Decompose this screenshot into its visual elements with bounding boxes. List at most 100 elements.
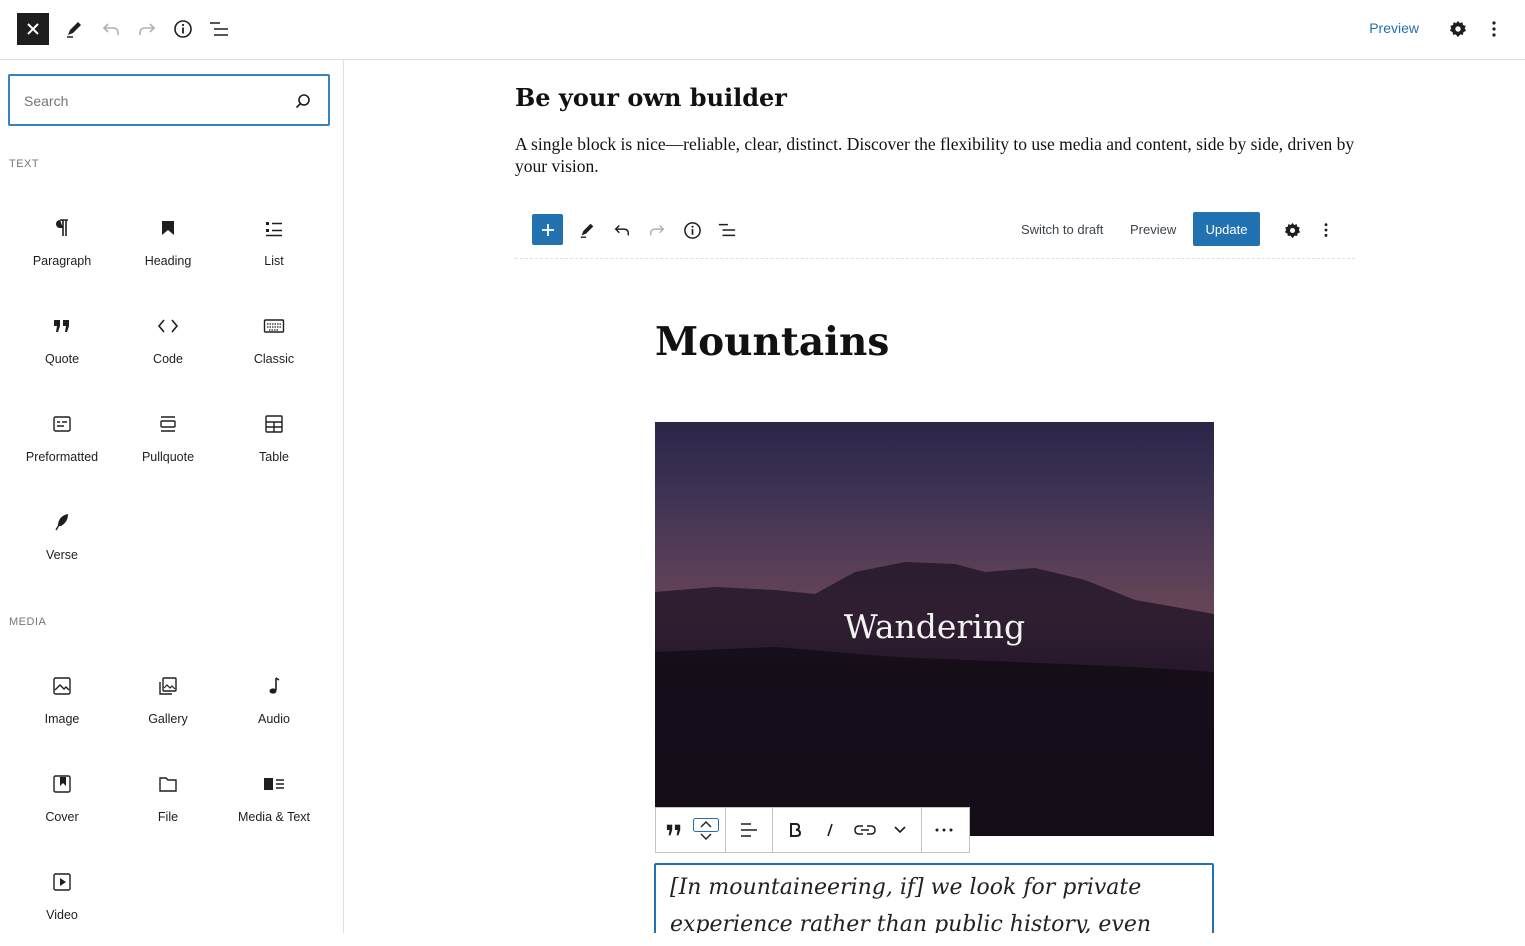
table-icon [262,412,286,436]
undo-button[interactable] [610,218,634,242]
chevron-down-icon [700,833,712,840]
redo-button[interactable] [645,218,669,242]
block-audio[interactable]: Audio [221,664,327,750]
align-button[interactable] [726,808,772,852]
list-view-icon [210,22,228,36]
block-file[interactable]: File [115,762,221,848]
block-type-button[interactable] [656,808,691,852]
block-image[interactable]: Image [9,664,115,750]
block-verse[interactable]: Verse [9,500,115,586]
block-list[interactable]: List [221,206,327,292]
block-label: Gallery [148,712,188,726]
page-paragraph[interactable]: A single block is nice—reliable, clear, … [515,133,1355,177]
media-text-icon [262,772,286,796]
switch-to-draft-button[interactable]: Switch to draft [1021,222,1103,237]
chevron-down-icon [893,826,906,834]
block-cover[interactable]: Cover [9,762,115,848]
block-label: Paragraph [32,254,92,268]
quote-icon [50,314,74,338]
redo-button[interactable] [131,12,163,46]
block-label: Quote [44,352,80,366]
paragraph-icon [50,216,74,240]
gallery-icon [156,674,180,698]
block-heading[interactable]: Heading [115,206,221,292]
block-label: Cover [45,810,79,824]
cover-title[interactable]: Wandering [655,607,1214,646]
undo-button[interactable] [95,12,127,46]
feather-icon [50,510,74,534]
block-paragraph[interactable]: Paragraph [9,206,115,292]
italic-button[interactable] [812,808,847,852]
post-title[interactable]: Mountains [655,319,889,365]
bookmark-icon [156,216,180,240]
more-vertical-icon [1492,21,1496,37]
add-block-button[interactable] [532,214,563,245]
close-icon [27,23,39,35]
more-formats-button[interactable] [882,808,917,852]
block-code[interactable]: Code [115,304,221,390]
preformatted-icon [50,412,74,436]
search-input[interactable] [24,89,284,113]
block-label: Preformatted [25,450,99,464]
block-table[interactable]: Table [221,402,327,488]
pencil-icon [580,223,594,238]
details-button[interactable] [167,12,199,46]
update-button[interactable]: Update [1193,212,1260,246]
block-pullquote[interactable]: Pullquote [115,402,221,488]
options-button[interactable] [1314,218,1338,242]
block-video[interactable]: Video [9,860,115,946]
undo-icon [102,23,119,35]
link-button[interactable] [847,808,882,852]
image-icon [50,674,74,698]
block-gallery[interactable]: Gallery [115,664,221,750]
more-horizontal-icon [935,828,953,832]
preview-link[interactable]: Preview [1369,20,1419,36]
more-group [922,808,966,852]
block-label: Pullquote [141,450,195,464]
list-icon [262,216,286,240]
close-button[interactable] [17,13,49,45]
music-note-icon [262,674,286,698]
plus-icon [541,223,554,236]
gear-icon [1284,222,1300,238]
block-classic[interactable]: Classic [221,304,327,390]
video-icon [50,870,74,894]
cover-block[interactable]: Wandering [655,422,1214,836]
block-label: Verse [46,548,78,562]
block-media-text[interactable]: Media & Text [221,762,327,848]
block-preformatted[interactable]: Preformatted [9,402,115,488]
block-label: Code [153,352,183,366]
settings-button[interactable] [1442,12,1474,46]
block-quote[interactable]: Quote [9,304,115,390]
bold-icon [789,823,801,837]
block-label: Video [46,908,78,922]
preview-button[interactable]: Preview [1130,222,1176,237]
search-field[interactable] [8,74,330,126]
block-label: Media & Text [237,810,311,824]
info-icon [174,20,192,38]
block-label: Audio [258,712,290,726]
edit-tool-button[interactable] [575,218,599,242]
block-toolbar [655,807,970,853]
undo-icon [614,224,630,236]
bold-button[interactable] [777,808,812,852]
align-group [726,808,773,852]
block-label: File [157,810,179,824]
quote-block[interactable]: [In mountaineering, if] we look for priv… [654,863,1214,933]
settings-button[interactable] [1280,218,1304,242]
link-icon [853,825,876,835]
search-icon [295,94,310,109]
edit-tool-button[interactable] [58,12,90,46]
move-buttons[interactable] [691,808,721,852]
details-button[interactable] [680,218,704,242]
redo-icon [649,224,665,236]
pencil-icon [67,22,81,38]
pullquote-icon [156,412,180,436]
options-button[interactable] [1478,12,1510,46]
block-options-button[interactable] [922,808,966,852]
list-view-button[interactable] [203,12,235,46]
page-heading[interactable]: Be your own builder [515,83,787,112]
list-view-button[interactable] [715,218,739,242]
category-title-media: MEDIA [9,616,47,628]
block-label: Heading [144,254,192,268]
